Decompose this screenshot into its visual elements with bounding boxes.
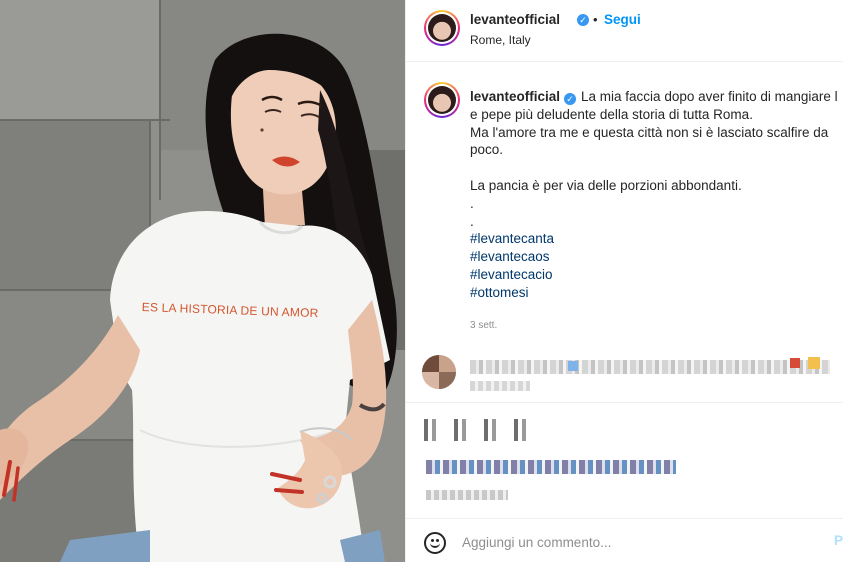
caption-verified-badge-icon: ✓ [564, 93, 577, 105]
post-details-panel: levanteofficial ✓ • Segui Rome, Italy le… [405, 0, 843, 562]
post-photo[interactable]: ES LA HISTORIA DE UN AMOR [0, 0, 405, 562]
pixelated-comment-text [470, 381, 530, 391]
location-link[interactable]: Rome, Italy [470, 33, 531, 47]
caption-timestamp[interactable]: 3 sett. [470, 320, 497, 331]
verified-badge-icon: ✓ [577, 14, 589, 26]
separator-dot: • [593, 12, 598, 27]
comment-input[interactable] [462, 533, 822, 551]
pixelated-date-row [426, 490, 508, 500]
caption-text-line: . [470, 195, 474, 211]
post-actions-row [406, 402, 843, 448]
publish-comment-button[interactable]: Pubblica [834, 533, 843, 548]
comment-bar: Pubblica [406, 518, 843, 562]
caption-text-line: e pepe più deludente della storia di tut… [470, 106, 753, 122]
pixelated-emoji [568, 361, 578, 371]
caption-line-1: levanteofficial ✓ La mia faccia dopo aver … [470, 88, 843, 106]
instagram-post-view: ES LA HISTORIA DE UN AMOR levanteofficia… [0, 0, 843, 562]
caption-author-avatar[interactable] [424, 82, 460, 118]
pixelated-comment-text [470, 360, 830, 374]
avatar-image [428, 14, 456, 42]
avatar-image [428, 86, 456, 114]
hashtag-link[interactable]: #levantecacio [470, 266, 843, 284]
pixelated-comment-avatar [422, 355, 456, 389]
caption-text-line: Ma l'amore tra me e questa città non si … [470, 124, 829, 140]
pixelated-emoji [790, 358, 800, 368]
follow-button[interactable]: Segui [604, 12, 641, 27]
caption-text-line: La mia faccia dopo aver finito di mangia… [581, 89, 838, 104]
photo-illustration [0, 0, 405, 562]
hashtag-link[interactable]: #ottomesi [470, 284, 843, 302]
hashtag-link[interactable]: #levantecanta [470, 230, 843, 248]
post-header: levanteofficial ✓ • Segui Rome, Italy [406, 0, 843, 62]
smiley-icon[interactable] [424, 532, 446, 554]
pixelated-action-icons [424, 419, 534, 441]
caption-text-line: poco. [470, 142, 504, 158]
caption-text-line: . [470, 213, 474, 229]
caption-text: levanteofficial ✓ La mia faccia dopo aver … [470, 88, 843, 302]
caption-text-line: La pancia è per via delle porzioni abbon… [470, 177, 742, 193]
author-username[interactable]: levanteofficial [470, 12, 560, 27]
author-avatar[interactable] [424, 10, 460, 46]
caption-author-username[interactable]: levanteofficial [470, 89, 560, 104]
pixelated-emoji [808, 357, 820, 369]
pixelated-likes-row [426, 460, 676, 474]
hashtag-link[interactable]: #levantecaos [470, 248, 843, 266]
